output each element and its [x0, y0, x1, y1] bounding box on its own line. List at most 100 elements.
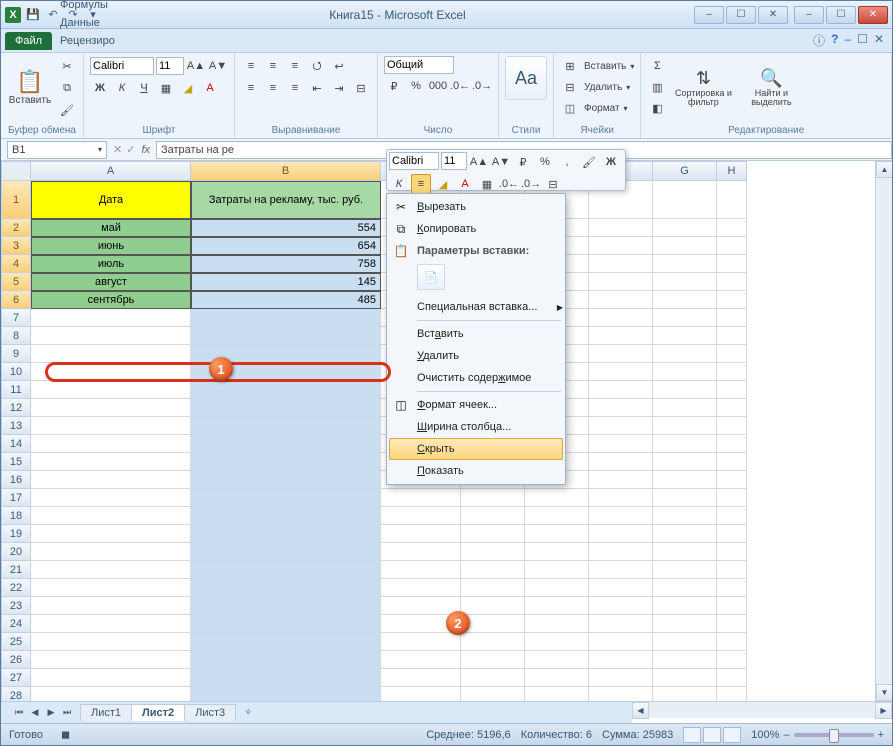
- row-header-24[interactable]: 24: [1, 615, 31, 633]
- cell-G27[interactable]: [653, 669, 717, 687]
- cell-H17[interactable]: [717, 489, 747, 507]
- mini-format-painter-icon[interactable]: 🖌: [579, 152, 599, 172]
- font-color-icon[interactable]: A: [200, 78, 220, 98]
- cell-G26[interactable]: [653, 651, 717, 669]
- row-header-27[interactable]: 27: [1, 669, 31, 687]
- cell-F24[interactable]: [589, 615, 653, 633]
- ctx-show[interactable]: Показать: [389, 460, 563, 482]
- underline-icon[interactable]: Ч: [134, 78, 154, 98]
- cell-H12[interactable]: [717, 399, 747, 417]
- insert-cells-icon[interactable]: ⊞: [560, 56, 580, 76]
- cell-A17[interactable]: [31, 489, 191, 507]
- align-right-icon[interactable]: ≡: [285, 78, 305, 98]
- cell-F21[interactable]: [589, 561, 653, 579]
- cell-H21[interactable]: [717, 561, 747, 579]
- cell-H28[interactable]: [717, 687, 747, 701]
- column-header-A[interactable]: A: [31, 161, 191, 181]
- cell-E24[interactable]: [525, 615, 589, 633]
- cell-D27[interactable]: [461, 669, 525, 687]
- cell-H3[interactable]: [717, 237, 747, 255]
- fill-color-icon[interactable]: ◢: [178, 78, 198, 98]
- cell-F5[interactable]: [589, 273, 653, 291]
- cell-H6[interactable]: [717, 291, 747, 309]
- cell-F22[interactable]: [589, 579, 653, 597]
- row-header-1[interactable]: 1: [1, 181, 31, 219]
- sheet-nav-prev-icon[interactable]: ◀: [27, 705, 43, 721]
- cell-E25[interactable]: [525, 633, 589, 651]
- sort-filter-button[interactable]: ⇅ Сортировка и фильтр: [671, 56, 735, 118]
- cell-B24[interactable]: [191, 615, 381, 633]
- cell-B26[interactable]: [191, 651, 381, 669]
- mini-font-size[interactable]: [441, 152, 467, 170]
- cell-A5[interactable]: август: [31, 273, 191, 291]
- row-header-19[interactable]: 19: [1, 525, 31, 543]
- cell-B7[interactable]: [191, 309, 381, 327]
- zoom-out-icon[interactable]: –: [783, 729, 789, 741]
- cell-H15[interactable]: [717, 453, 747, 471]
- cell-B6[interactable]: 485: [191, 291, 381, 309]
- cell-A9[interactable]: [31, 345, 191, 363]
- mini-dec-dec-icon[interactable]: .0→: [521, 174, 541, 194]
- mini-bold-icon[interactable]: Ж: [601, 152, 621, 172]
- cell-F3[interactable]: [589, 237, 653, 255]
- cell-G7[interactable]: [653, 309, 717, 327]
- cell-F19[interactable]: [589, 525, 653, 543]
- mini-fill-icon[interactable]: ◢: [433, 174, 453, 194]
- cell-H1[interactable]: [717, 181, 747, 219]
- sheet-tab-2[interactable]: Лист3: [184, 704, 236, 721]
- align-bottom-icon[interactable]: ≡: [285, 56, 305, 76]
- cell-H19[interactable]: [717, 525, 747, 543]
- sheet-nav-first-icon[interactable]: ⏮: [11, 705, 27, 721]
- row-header-16[interactable]: 16: [1, 471, 31, 489]
- sheet-nav-last-icon[interactable]: ⏭: [59, 705, 75, 721]
- merge-icon[interactable]: ⊟: [351, 78, 371, 98]
- mini-fontcolor-icon[interactable]: A: [455, 174, 475, 194]
- cell-A7[interactable]: [31, 309, 191, 327]
- cell-A2[interactable]: май: [31, 219, 191, 237]
- cell-H8[interactable]: [717, 327, 747, 345]
- orientation-icon[interactable]: ⭯: [307, 56, 327, 76]
- cell-G19[interactable]: [653, 525, 717, 543]
- cell-G21[interactable]: [653, 561, 717, 579]
- cell-C17[interactable]: [381, 489, 461, 507]
- ribbon-tab-5[interactable]: Рецензиро: [54, 32, 128, 50]
- cell-D23[interactable]: [461, 597, 525, 615]
- cell-D17[interactable]: [461, 489, 525, 507]
- doc-max-icon[interactable]: ☐: [857, 32, 868, 49]
- decrease-indent-icon[interactable]: ⇤: [307, 78, 327, 98]
- ctx-cut[interactable]: ✂Вырезать: [389, 196, 563, 218]
- cell-H24[interactable]: [717, 615, 747, 633]
- ribbon-tab-3[interactable]: Формулы: [54, 0, 128, 14]
- cell-H16[interactable]: [717, 471, 747, 489]
- cell-A20[interactable]: [31, 543, 191, 561]
- save-icon[interactable]: 💾: [25, 7, 41, 23]
- row-header-25[interactable]: 25: [1, 633, 31, 651]
- cell-E21[interactable]: [525, 561, 589, 579]
- cell-G14[interactable]: [653, 435, 717, 453]
- cell-D26[interactable]: [461, 651, 525, 669]
- cell-F23[interactable]: [589, 597, 653, 615]
- cell-C25[interactable]: [381, 633, 461, 651]
- cell-B20[interactable]: [191, 543, 381, 561]
- cell-G9[interactable]: [653, 345, 717, 363]
- row-header-2[interactable]: 2: [1, 219, 31, 237]
- row-header-3[interactable]: 3: [1, 237, 31, 255]
- cell-A13[interactable]: [31, 417, 191, 435]
- cell-B22[interactable]: [191, 579, 381, 597]
- cell-G2[interactable]: [653, 219, 717, 237]
- cell-F17[interactable]: [589, 489, 653, 507]
- font-name-input[interactable]: [90, 57, 154, 75]
- cell-H23[interactable]: [717, 597, 747, 615]
- new-sheet-icon[interactable]: ✧: [240, 705, 256, 721]
- wrap-text-icon[interactable]: ↩: [329, 56, 349, 76]
- cell-D24[interactable]: [461, 615, 525, 633]
- cell-D25[interactable]: [461, 633, 525, 651]
- row-header-22[interactable]: 22: [1, 579, 31, 597]
- cell-H25[interactable]: [717, 633, 747, 651]
- page-layout-view-button[interactable]: [703, 727, 721, 743]
- cell-A21[interactable]: [31, 561, 191, 579]
- cell-C28[interactable]: [381, 687, 461, 701]
- cell-A18[interactable]: [31, 507, 191, 525]
- mini-grow-font-icon[interactable]: A▲: [469, 152, 489, 172]
- cell-A1[interactable]: Дата: [31, 181, 191, 219]
